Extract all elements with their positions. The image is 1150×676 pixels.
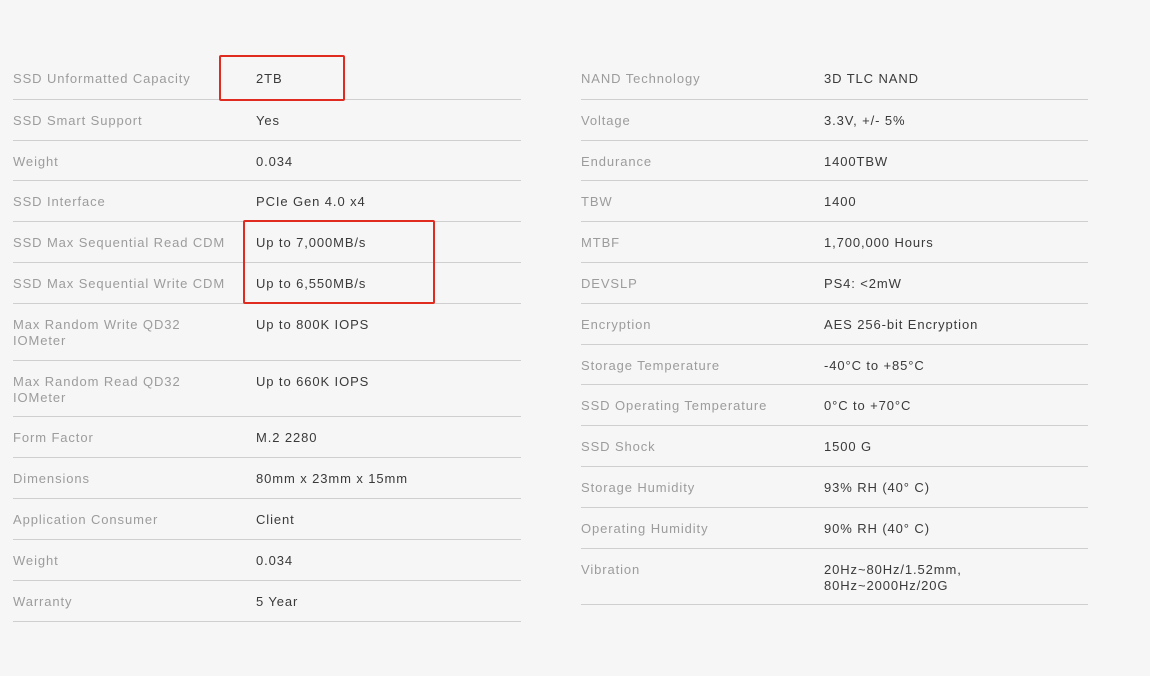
spec-row-form-factor: Form Factor M.2 2280 — [13, 417, 521, 458]
spec-value: 20Hz~80Hz/1.52mm, 80Hz~2000Hz/20G — [824, 562, 962, 593]
spec-row-storage-humidity: Storage Humidity 93% RH (40° C) — [581, 467, 1088, 508]
spec-row-operating-temp: SSD Operating Temperature 0°C to +70°C — [581, 385, 1088, 426]
spec-row-smart-support: SSD Smart Support Yes — [13, 100, 521, 141]
spec-row-storage-temp: Storage Temperature -40°C to +85°C — [581, 345, 1088, 385]
spec-label: SSD Unformatted Capacity — [13, 71, 191, 86]
spec-row-weight: Weight 0.034 — [13, 141, 521, 181]
spec-label: Vibration — [581, 562, 641, 577]
spec-value: Client — [256, 512, 295, 527]
spec-row-mtbf: MTBF 1,700,000 Hours — [581, 222, 1088, 263]
spec-row-shock: SSD Shock 1500 G — [581, 426, 1088, 467]
spec-row-vibration: Vibration 20Hz~80Hz/1.52mm, 80Hz~2000Hz/… — [581, 549, 1088, 605]
spec-value: Up to 800K IOPS — [256, 317, 370, 332]
spec-label: NAND Technology — [581, 71, 701, 86]
spec-value: PCIe Gen 4.0 x4 — [256, 194, 366, 209]
spec-value: 0°C to +70°C — [824, 398, 912, 413]
spec-label: SSD Smart Support — [13, 113, 143, 128]
spec-label: SSD Interface — [13, 194, 106, 209]
spec-row-voltage: Voltage 3.3V, +/- 5% — [581, 100, 1088, 141]
spec-table-left: SSD Unformatted Capacity 2TB SSD Smart S… — [13, 58, 521, 622]
spec-value: PS4: <2mW — [824, 276, 902, 291]
spec-value: 1400TBW — [824, 154, 889, 169]
spec-row-operating-humidity: Operating Humidity 90% RH (40° C) — [581, 508, 1088, 549]
spec-row-random-read: Max Random Read QD32 IOMeter Up to 660K … — [13, 361, 521, 417]
spec-value: 1400 — [824, 194, 857, 209]
capacity-highlight-box — [219, 55, 345, 101]
spec-label: SSD Shock — [581, 439, 656, 454]
spec-value: -40°C to +85°C — [824, 358, 925, 373]
spec-value: M.2 2280 — [256, 430, 318, 445]
spec-label: Weight — [13, 154, 59, 169]
spec-label: Operating Humidity — [581, 521, 709, 536]
speed-highlight-box — [243, 220, 435, 304]
spec-value: Yes — [256, 113, 280, 128]
spec-row-endurance: Endurance 1400TBW — [581, 141, 1088, 181]
spec-label: Voltage — [581, 113, 631, 128]
spec-value: Up to 660K IOPS — [256, 374, 370, 389]
spec-label: Application Consumer — [13, 512, 159, 527]
spec-label: SSD Max Sequential Read CDM — [13, 235, 226, 250]
spec-row-weight-2: Weight 0.034 — [13, 540, 521, 581]
spec-value: 80mm x 23mm x 15mm — [256, 471, 409, 486]
spec-row-dimensions: Dimensions 80mm x 23mm x 15mm — [13, 458, 521, 499]
spec-value: 1500 G — [824, 439, 873, 454]
spec-row-encryption: Encryption AES 256-bit Encryption — [581, 304, 1088, 345]
spec-row-devslp: DEVSLP PS4: <2mW — [581, 263, 1088, 304]
spec-label: DEVSLP — [581, 276, 638, 291]
spec-value: 0.034 — [256, 154, 294, 169]
spec-label: Dimensions — [13, 471, 90, 486]
spec-label: Storage Humidity — [581, 480, 696, 495]
spec-label: Max Random Write QD32 IOMeter — [13, 317, 181, 348]
spec-label: Max Random Read QD32 IOMeter — [13, 374, 181, 405]
spec-label: SSD Operating Temperature — [581, 398, 768, 413]
spec-value: 3.3V, +/- 5% — [824, 113, 906, 128]
spec-row-random-write: Max Random Write QD32 IOMeter Up to 800K… — [13, 304, 521, 361]
spec-value: 5 Year — [256, 594, 299, 609]
spec-label: Endurance — [581, 154, 652, 169]
spec-row-interface: SSD Interface PCIe Gen 4.0 x4 — [13, 181, 521, 222]
spec-table-right: NAND Technology 3D TLC NAND Voltage 3.3V… — [581, 58, 1088, 605]
spec-value: 90% RH (40° C) — [824, 521, 930, 536]
spec-label: Encryption — [581, 317, 652, 332]
spec-row-nand: NAND Technology 3D TLC NAND — [581, 58, 1088, 100]
spec-label: Storage Temperature — [581, 358, 720, 373]
spec-label: MTBF — [581, 235, 620, 250]
spec-row-application: Application Consumer Client — [13, 499, 521, 540]
spec-label: TBW — [581, 194, 613, 209]
spec-value: AES 256-bit Encryption — [824, 317, 979, 332]
spec-label: Warranty — [13, 594, 73, 609]
spec-value: 1,700,000 Hours — [824, 235, 934, 250]
spec-value: 3D TLC NAND — [824, 71, 919, 86]
spec-row-tbw: TBW 1400 — [581, 181, 1088, 222]
spec-value: 93% RH (40° C) — [824, 480, 930, 495]
spec-label: Weight — [13, 553, 59, 568]
spec-label: SSD Max Sequential Write CDM — [13, 276, 226, 291]
spec-row-warranty: Warranty 5 Year — [13, 581, 521, 622]
spec-label: Form Factor — [13, 430, 94, 445]
spec-value: 0.034 — [256, 553, 294, 568]
